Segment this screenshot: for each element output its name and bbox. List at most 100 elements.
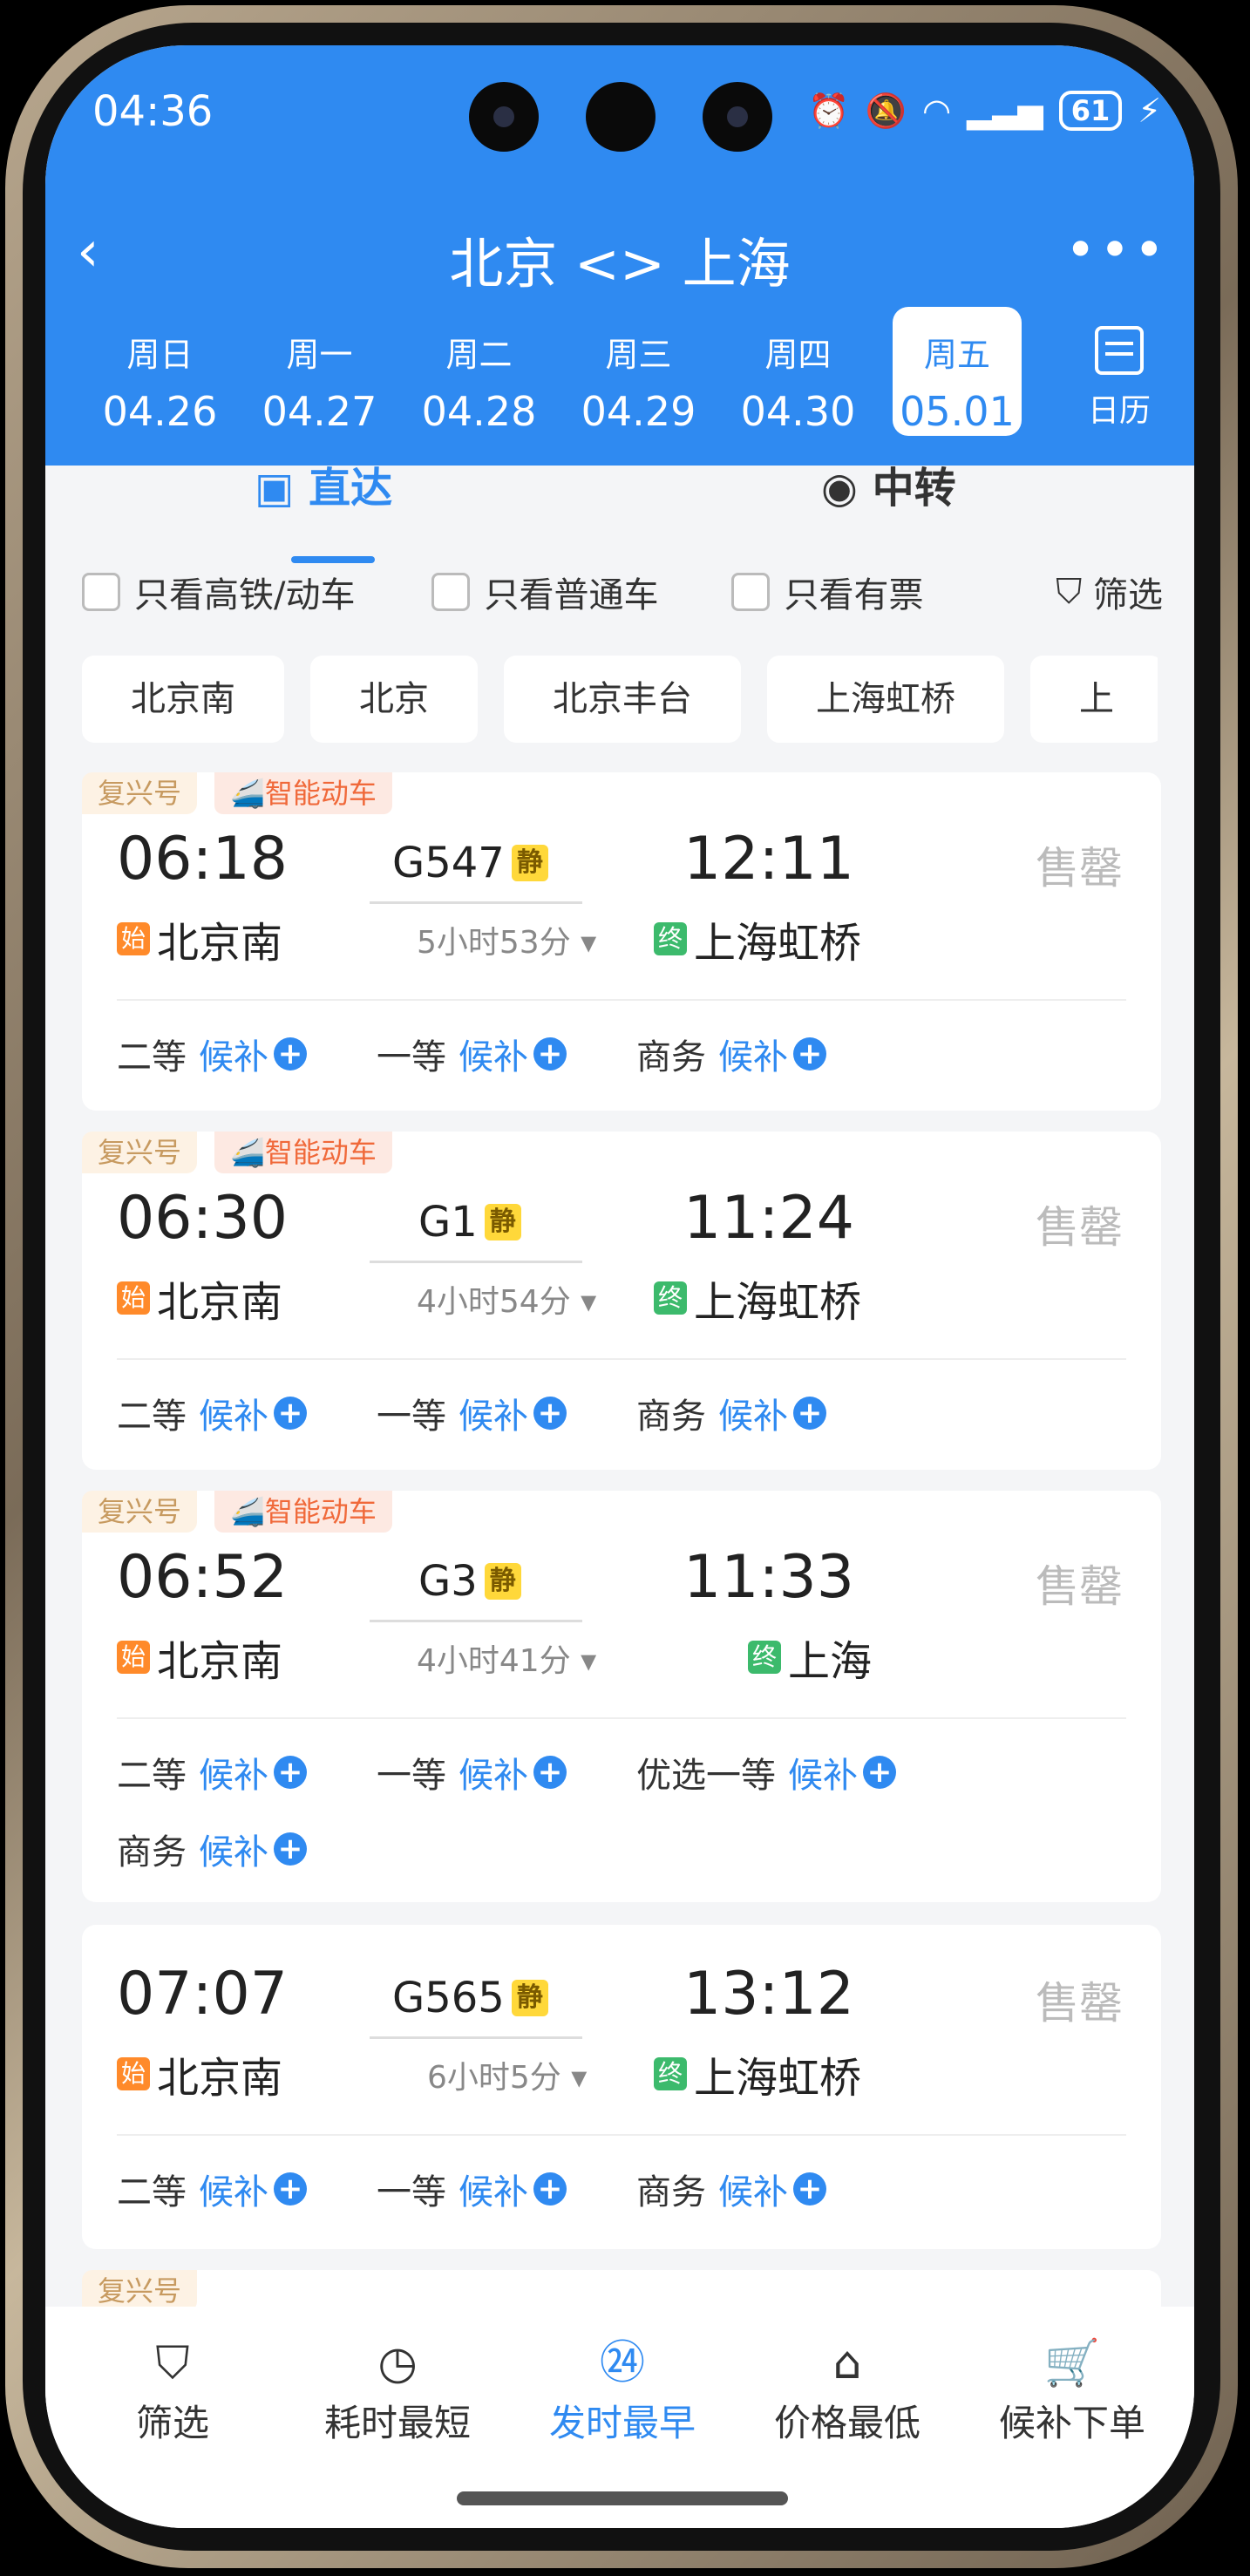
seat-list: 二等 候补 + 一等 候补 + 商务 候补 + xyxy=(117,1388,896,1473)
more-icon[interactable]: ••• xyxy=(1065,220,1168,281)
date-item[interactable]: 周一 04.27 xyxy=(240,307,399,436)
fuxing-badge: 复兴号 xyxy=(82,2270,198,2312)
station-chip[interactable]: 上 xyxy=(1030,656,1158,743)
train-card[interactable]: 复兴号 🚄智能动车 06:52 始北京南 G3 静 4小时41分 ▾ 11:33 … xyxy=(82,1491,1161,1902)
camera-icon xyxy=(469,82,539,152)
date-item[interactable]: 周日 04.26 xyxy=(80,307,240,436)
date-item[interactable]: 周四 04.30 xyxy=(718,307,878,436)
chevron-down-icon: ▾ xyxy=(581,925,597,961)
seat-option[interactable]: 一等 候补 + xyxy=(377,1747,636,1798)
camera-icon xyxy=(703,82,772,152)
sort-label: 候补下单 xyxy=(998,2402,1145,2444)
seat-option[interactable]: 二等 候补 + xyxy=(117,1029,377,1079)
high-speed-checkbox[interactable]: 只看高铁/动车 xyxy=(82,567,355,617)
duration-line xyxy=(370,901,582,904)
battery-indicator: 61 xyxy=(1058,91,1123,131)
seat-list: 二等 候补 + 一等 候补 + 优选一等 候补 + 商务 候补 + xyxy=(117,1747,985,1909)
departure-time: 06:18 xyxy=(117,825,288,894)
end-tag: 终 xyxy=(654,1281,687,1315)
fuxing-badge: 复兴号 xyxy=(82,772,198,814)
seat-option[interactable]: 一等 候补 + xyxy=(377,2164,636,2214)
quiet-badge: 静 xyxy=(484,1563,521,1600)
seat-option[interactable]: 商务 候补 + xyxy=(636,1029,896,1079)
plus-icon: + xyxy=(274,1832,307,1866)
date-item-selected[interactable]: 周五 05.01 xyxy=(893,307,1022,436)
chevron-down-icon: ▾ xyxy=(581,1643,597,1679)
sort-earliest-button[interactable]: ㉔ 发时最早 xyxy=(535,2333,710,2447)
tab-transfer[interactable]: ◉ 中转 xyxy=(821,453,956,514)
station-chip[interactable]: 北京丰台 xyxy=(504,656,741,743)
seat-option[interactable]: 二等 候补 + xyxy=(117,1388,377,1438)
filter-button[interactable]: ⛉ 筛选 xyxy=(1056,567,1163,617)
departure-station: 始北京南 xyxy=(117,1268,282,1329)
clock-icon: ◷ xyxy=(377,2337,418,2389)
duration-line xyxy=(370,2036,582,2039)
train-number: G1 静 xyxy=(418,1198,521,1247)
sort-filter-button[interactable]: ⛉ 筛选 xyxy=(85,2333,260,2447)
checkbox-icon xyxy=(431,573,471,611)
date-value: 04.29 xyxy=(581,388,696,435)
badges: 复兴号 🚄智能动车 xyxy=(82,772,392,814)
departure-station: 始北京南 xyxy=(117,908,282,969)
date-item[interactable]: 周三 04.29 xyxy=(559,307,718,436)
seat-option[interactable]: 优选一等 候补 + xyxy=(636,1747,985,1798)
duration-line xyxy=(370,1261,582,1263)
plus-icon: + xyxy=(793,1397,826,1430)
24-clock-icon: ㉔ xyxy=(599,2337,645,2389)
divider xyxy=(117,1717,1126,1719)
cart-icon: 🛒 xyxy=(1043,2337,1101,2389)
duration[interactable]: 4小时54分 ▾ xyxy=(417,1276,596,1322)
train-card[interactable]: 复兴号 🚄智能动车 06:30 始北京南 G1 静 4小时54分 ▾ 11:24 … xyxy=(82,1132,1161,1470)
duration[interactable]: 4小时41分 ▾ xyxy=(417,1635,596,1681)
available-checkbox[interactable]: 只看有票 xyxy=(731,567,923,617)
date-weekday: 周二 xyxy=(445,336,513,374)
duration[interactable]: 6小时5分 ▾ xyxy=(427,2052,587,2097)
status-time: 04:36 xyxy=(92,87,214,136)
charging-icon: ⚡ xyxy=(1138,92,1161,130)
plus-icon: + xyxy=(533,1037,567,1071)
smart-train-badge: 🚄智能动车 xyxy=(214,772,392,814)
start-tag: 始 xyxy=(117,2057,150,2090)
seat-option[interactable]: 二等 候补 + xyxy=(117,1747,377,1798)
date-item[interactable]: 周二 04.28 xyxy=(399,307,559,436)
duration[interactable]: 5小时53分 ▾ xyxy=(417,917,596,962)
date-value: 04.27 xyxy=(262,388,377,435)
waitlist-order-button[interactable]: 🛒 候补下单 xyxy=(985,2333,1159,2447)
mute-icon: 🔕 xyxy=(865,91,907,130)
seat-option[interactable]: 一等 候补 + xyxy=(377,1388,636,1438)
seat-option[interactable]: 商务 候补 + xyxy=(117,1824,377,1874)
start-tag: 始 xyxy=(117,1281,150,1315)
station-chip[interactable]: 北京南 xyxy=(82,656,284,743)
filter-bar: 只看高铁/动车 只看普通车 只看有票 ⛉ 筛选 xyxy=(82,567,1163,617)
header: 04:36 ⏰ 🔕 ◠ ▂▃▅ 61 ⚡ ‹ 北京 <> 上海 ••• 周日 0… xyxy=(45,45,1194,466)
page-title: 北京 <> 上海 xyxy=(449,232,791,296)
sort-shortest-button[interactable]: ◷ 耗时最短 xyxy=(310,2333,485,2447)
train-card[interactable]: 复兴号 🚄智能动车 06:18 始北京南 G547 静 5小时53分 ▾ 12:1… xyxy=(82,772,1161,1111)
seat-option[interactable]: 一等 候补 + xyxy=(377,1029,636,1079)
date-value: 05.01 xyxy=(900,388,1015,435)
sort-price-button[interactable]: ⌂ 价格最低 xyxy=(760,2333,934,2447)
normal-train-checkbox[interactable]: 只看普通车 xyxy=(431,567,658,617)
train-number: G565 静 xyxy=(392,1974,548,2022)
station-chip[interactable]: 上海虹桥 xyxy=(767,656,1004,743)
quiet-badge: 静 xyxy=(511,845,548,881)
plus-icon: + xyxy=(274,1397,307,1430)
arrival-station: 终上海 xyxy=(748,1627,872,1688)
seat-option[interactable]: 商务 候补 + xyxy=(636,1388,896,1438)
departure-time: 06:52 xyxy=(117,1543,288,1612)
quiet-badge: 静 xyxy=(484,1204,521,1240)
station-chip[interactable]: 北京 xyxy=(310,656,478,743)
plus-icon: + xyxy=(793,1037,826,1071)
departure-time: 06:30 xyxy=(117,1184,288,1253)
calendar-button[interactable]: 日历 xyxy=(1076,321,1163,431)
filter-label: 筛选 xyxy=(1093,575,1163,615)
duration-line xyxy=(370,1620,582,1622)
train-card[interactable]: 07:07 始北京南 G565 静 6小时5分 ▾ 13:12 终上海虹桥 售罄 … xyxy=(82,1925,1161,2249)
tab-direct[interactable]: ▣ 直达 xyxy=(255,453,392,514)
seat-option[interactable]: 商务 候补 + xyxy=(636,2164,896,2214)
seat-option[interactable]: 二等 候补 + xyxy=(117,2164,377,2214)
home-indicator[interactable] xyxy=(457,2491,788,2505)
chevron-down-icon: ▾ xyxy=(581,1284,597,1320)
calendar-label: 日历 xyxy=(1087,393,1151,429)
train-number: G547 静 xyxy=(392,839,548,887)
